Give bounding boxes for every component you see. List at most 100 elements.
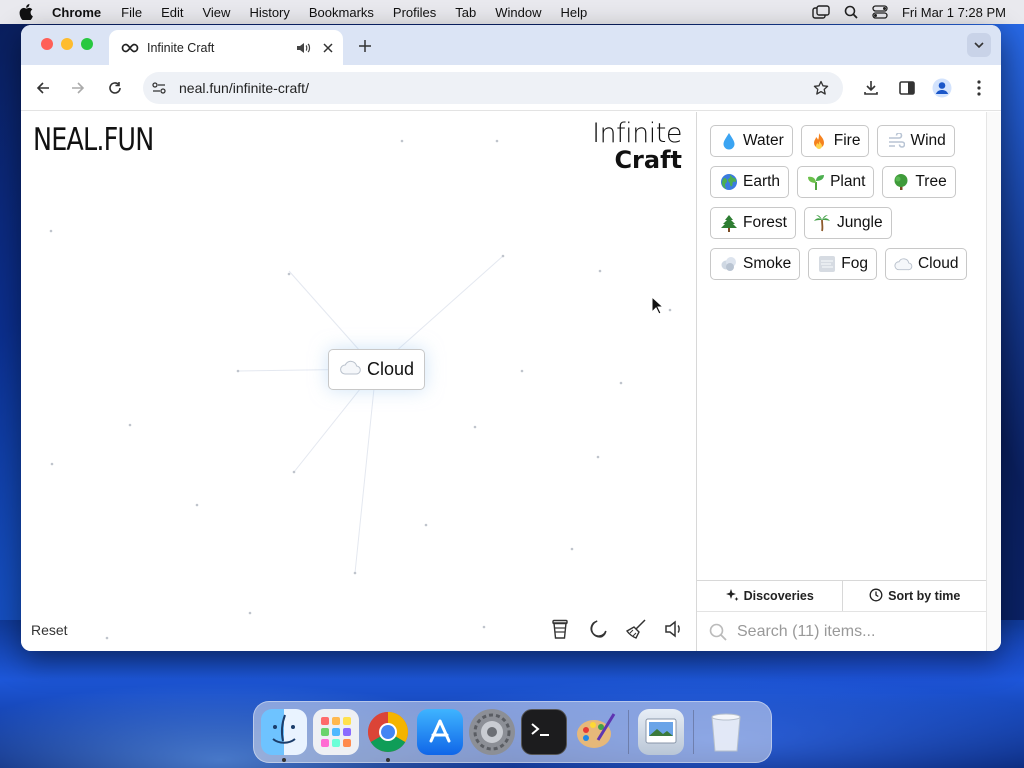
item-tree[interactable]: Tree bbox=[882, 166, 956, 198]
trash-can-icon bbox=[711, 713, 741, 752]
window-switcher-icon[interactable] bbox=[812, 5, 830, 19]
item-smoke[interactable]: Smoke bbox=[710, 248, 801, 280]
search-items-input[interactable] bbox=[737, 623, 967, 641]
item-label: Fog bbox=[841, 255, 868, 272]
menu-history[interactable]: History bbox=[249, 5, 289, 20]
clear-broom-icon[interactable] bbox=[625, 618, 647, 640]
sidebar-scrollbar[interactable] bbox=[986, 112, 1001, 651]
back-arrow-icon[interactable] bbox=[33, 78, 53, 98]
tree-icon bbox=[891, 173, 910, 192]
dock-terminal[interactable] bbox=[521, 709, 567, 755]
window-zoom-button[interactable] bbox=[81, 38, 93, 50]
discoveries-button[interactable]: Discoveries bbox=[697, 581, 842, 611]
dock-preview[interactable] bbox=[638, 709, 684, 755]
logo-line-infinite: Infinite bbox=[592, 118, 682, 149]
forward-arrow-icon[interactable] bbox=[68, 78, 88, 98]
canvas-toolbar bbox=[549, 618, 685, 640]
dock-chrome[interactable] bbox=[365, 709, 411, 762]
bookmark-star-icon[interactable] bbox=[813, 80, 829, 96]
sort-by-time-button[interactable]: Sort by time bbox=[841, 581, 988, 611]
menu-app-name[interactable]: Chrome bbox=[52, 5, 101, 20]
reload-icon[interactable] bbox=[105, 78, 125, 98]
item-forest[interactable]: Forest bbox=[710, 207, 796, 239]
coffee-cup-icon[interactable] bbox=[549, 618, 571, 640]
sort-label: Sort by time bbox=[888, 589, 961, 603]
evergreen-tree-icon bbox=[719, 214, 738, 233]
menu-profiles[interactable]: Profiles bbox=[393, 5, 436, 20]
menu-tab[interactable]: Tab bbox=[455, 5, 476, 20]
menu-edit[interactable]: Edit bbox=[161, 5, 183, 20]
reset-button[interactable]: Reset bbox=[31, 622, 68, 638]
finder-face-icon bbox=[272, 714, 296, 744]
dock-paintbrush[interactable] bbox=[573, 709, 619, 755]
gear-icon bbox=[473, 713, 511, 751]
tab-title: Infinite Craft bbox=[147, 40, 215, 55]
item-label: Tree bbox=[915, 173, 947, 190]
profile-avatar-icon[interactable] bbox=[932, 78, 952, 98]
dock-system-settings[interactable] bbox=[469, 709, 515, 755]
item-water[interactable]: Water bbox=[710, 125, 793, 157]
new-tab-button[interactable] bbox=[356, 37, 374, 55]
chrome-logo-icon bbox=[368, 712, 408, 752]
running-indicator bbox=[282, 758, 286, 762]
fog-icon bbox=[817, 255, 836, 274]
tab-search-button[interactable] bbox=[967, 33, 991, 57]
logo-line-craft: Craft bbox=[614, 146, 682, 174]
canvas-element-cloud[interactable]: Cloud bbox=[328, 349, 425, 390]
menu-bar: Chrome File Edit View History Bookmarks … bbox=[0, 0, 1024, 24]
dark-mode-moon-icon[interactable] bbox=[587, 618, 609, 640]
menu-bookmarks[interactable]: Bookmarks bbox=[309, 5, 374, 20]
tab-close-icon[interactable] bbox=[321, 41, 335, 55]
menu-file[interactable]: File bbox=[121, 5, 142, 20]
dock-finder[interactable] bbox=[261, 709, 307, 762]
item-label: Forest bbox=[743, 214, 787, 231]
menu-help[interactable]: Help bbox=[561, 5, 588, 20]
item-fire[interactable]: Fire bbox=[800, 125, 870, 157]
window-close-button[interactable] bbox=[41, 38, 53, 50]
menu-view[interactable]: View bbox=[202, 5, 230, 20]
menu-window[interactable]: Window bbox=[495, 5, 541, 20]
search-icon bbox=[709, 623, 727, 641]
chrome-menu-icon[interactable] bbox=[969, 78, 989, 98]
browser-toolbar: neal.fun/infinite-craft/ bbox=[21, 65, 1001, 111]
item-fog[interactable]: Fog bbox=[808, 248, 877, 280]
item-label: Smoke bbox=[743, 255, 792, 272]
item-earth[interactable]: Earth bbox=[710, 166, 790, 198]
item-jungle[interactable]: Jungle bbox=[803, 207, 892, 239]
sparkle-icon bbox=[725, 588, 739, 605]
dock-trash[interactable] bbox=[703, 709, 749, 755]
tab-infinite-craft[interactable]: Infinite Craft bbox=[109, 30, 343, 65]
cloud-icon bbox=[339, 359, 361, 380]
site-info-icon[interactable] bbox=[151, 80, 167, 96]
item-label: Fire bbox=[833, 132, 861, 149]
download-icon[interactable] bbox=[861, 78, 881, 98]
craft-canvas[interactable]: NEAL.FUN Infinite Craft Cloud Reset bbox=[21, 112, 696, 651]
preview-icon bbox=[645, 718, 677, 744]
dock-separator bbox=[693, 710, 694, 754]
apple-menu-icon[interactable] bbox=[18, 4, 34, 20]
palm-tree-icon bbox=[813, 214, 832, 233]
page-content: NEAL.FUN Infinite Craft Cloud Reset Wate… bbox=[21, 112, 1001, 651]
browser-window: Infinite Craft neal.fun/infinite-craft/ … bbox=[21, 25, 1001, 651]
spotlight-search-icon[interactable] bbox=[844, 5, 858, 19]
sound-speaker-icon[interactable] bbox=[663, 618, 685, 640]
item-label: Plant bbox=[830, 173, 866, 190]
dock-app-store[interactable] bbox=[417, 709, 463, 755]
mouse-cursor-icon bbox=[651, 296, 664, 315]
url-text[interactable]: neal.fun/infinite-craft/ bbox=[179, 80, 309, 96]
item-plant[interactable]: Plant bbox=[797, 166, 875, 198]
neal-fun-logo[interactable]: NEAL.FUN bbox=[33, 122, 154, 158]
dock-launchpad[interactable] bbox=[313, 709, 359, 755]
address-bar[interactable]: neal.fun/infinite-craft/ bbox=[143, 72, 843, 104]
tab-audio-icon[interactable] bbox=[295, 41, 311, 55]
menubar-clock[interactable]: Fri Mar 1 7:28 PM bbox=[902, 5, 1006, 20]
window-minimize-button[interactable] bbox=[61, 38, 73, 50]
cloud-icon bbox=[894, 255, 913, 274]
clock-icon bbox=[869, 588, 883, 605]
side-panel-icon[interactable] bbox=[897, 78, 917, 98]
control-center-icon[interactable] bbox=[872, 5, 888, 19]
item-label: Earth bbox=[743, 173, 781, 190]
item-cloud[interactable]: Cloud bbox=[884, 248, 968, 280]
wind-icon bbox=[886, 132, 905, 151]
item-wind[interactable]: Wind bbox=[877, 125, 955, 157]
